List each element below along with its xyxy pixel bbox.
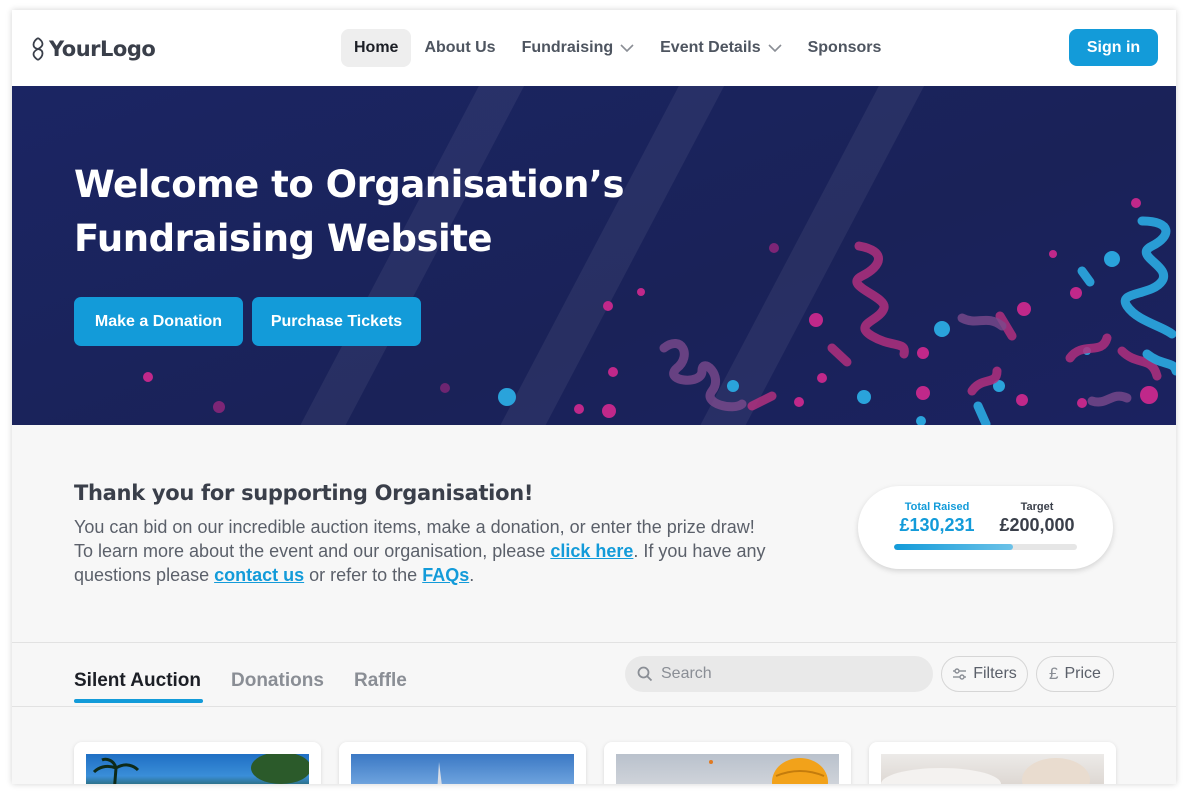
hero-title-line2: Fundraising Website [74,217,492,260]
auction-card[interactable] [869,742,1116,784]
progress-bar [894,544,1077,550]
make-donation-label: Make a Donation [94,312,223,330]
logo[interactable]: YourLogo [30,34,156,64]
intro-line1: You can bid on our incredible auction it… [74,517,755,537]
filters-button[interactable]: Filters [941,656,1028,692]
make-donation-button[interactable]: Make a Donation [74,297,243,346]
intro-line3-post: . [469,565,475,585]
target-value: £200,000 [999,515,1075,535]
nav-event-details[interactable]: Event Details [647,29,794,67]
palm-trees-image [92,754,309,784]
tab-silent-auction[interactable]: Silent Auction [74,670,201,692]
sailboat-image [437,762,442,784]
tab-raffle[interactable]: Raffle [354,670,407,692]
faqs-link[interactable]: FAQs [422,565,469,585]
intro-title: Thank you for supporting Organisation! [74,481,534,505]
intro-line3-pre: questions please [74,565,215,585]
price-label: Price [1064,665,1101,682]
sign-in-button[interactable]: Sign in [1069,29,1158,66]
site-header: YourLogo Home About Us Fundraising Event… [12,10,1176,86]
search-input[interactable]: Search [625,656,933,692]
total-raised-value: £130,231 [899,515,975,535]
divider [12,706,1176,707]
hero-title-line1: Welcome to Organisation’s [74,163,625,206]
auction-card[interactable] [604,742,851,784]
total-raised: Total Raised £130,231 [896,501,978,536]
pound-icon: £ [1049,664,1059,683]
purchase-tickets-label: Purchase Tickets [270,312,403,330]
total-raised-label: Total Raised [904,501,970,513]
click-here-link[interactable]: click here [550,541,633,561]
auction-item-image [351,754,574,784]
hot-air-balloon-image [709,758,828,784]
intro-line3-mid: or refer to the [304,565,423,585]
target-label: Target [1020,501,1054,513]
main-nav: Home About Us Fundraising Event Details … [341,29,894,67]
chevron-down-icon [620,44,634,52]
filters-label: Filters [973,665,1017,682]
auction-card[interactable] [339,742,586,784]
nav-event-details-label: Event Details [660,39,761,56]
price-sort-button[interactable]: £ Price [1036,656,1114,692]
intro-line2-post: . If you have any [633,541,766,561]
nav-about-us[interactable]: About Us [411,29,508,67]
search-icon [637,666,653,682]
sign-in-label: Sign in [1086,38,1141,56]
auction-card[interactable] [74,742,321,784]
nav-fundraising-label: Fundraising [521,39,614,56]
sliders-icon [953,668,967,680]
hero-title: Welcome to Organisation’s Fundraising We… [74,158,694,266]
auction-item-image [616,754,839,784]
auction-item-image [881,754,1104,784]
nav-sponsors[interactable]: Sponsors [795,29,895,67]
tabs-bar: Silent Auction Donations Raffle Search F… [12,643,1176,706]
intro-line2: To learn more about the event and our or… [74,539,834,563]
fundraising-progress-card: Total Raised £130,231 Target £200,000 [858,486,1113,569]
page: YourLogo Home About Us Fundraising Event… [12,10,1176,784]
tab-donations[interactable]: Donations [231,670,324,692]
purchase-tickets-button[interactable]: Purchase Tickets [252,297,421,346]
auction-item-image [86,754,309,784]
hero-banner: Welcome to Organisation’s Fundraising We… [12,86,1176,425]
logo-mark-icon [32,37,44,61]
intro-text: You can bid on our incredible auction it… [74,515,834,587]
nav-sponsors-label: Sponsors [807,39,882,56]
nav-home-label: Home [354,39,399,56]
chevron-down-icon [768,44,782,52]
nav-home[interactable]: Home [341,29,412,67]
progress-fill [894,544,1013,550]
intro-line3: questions please contact us or refer to … [74,563,834,587]
contact-us-link[interactable]: contact us [214,565,304,585]
chef-image [881,758,1090,784]
logo-text: YourLogo [49,37,156,61]
active-tab-indicator [74,699,203,703]
search-placeholder: Search [661,665,712,682]
nav-fundraising[interactable]: Fundraising [509,29,648,67]
nav-about-us-label: About Us [424,39,496,56]
target: Target £200,000 [995,501,1079,536]
intro-line2-pre: To learn more about the event and our or… [74,541,551,561]
